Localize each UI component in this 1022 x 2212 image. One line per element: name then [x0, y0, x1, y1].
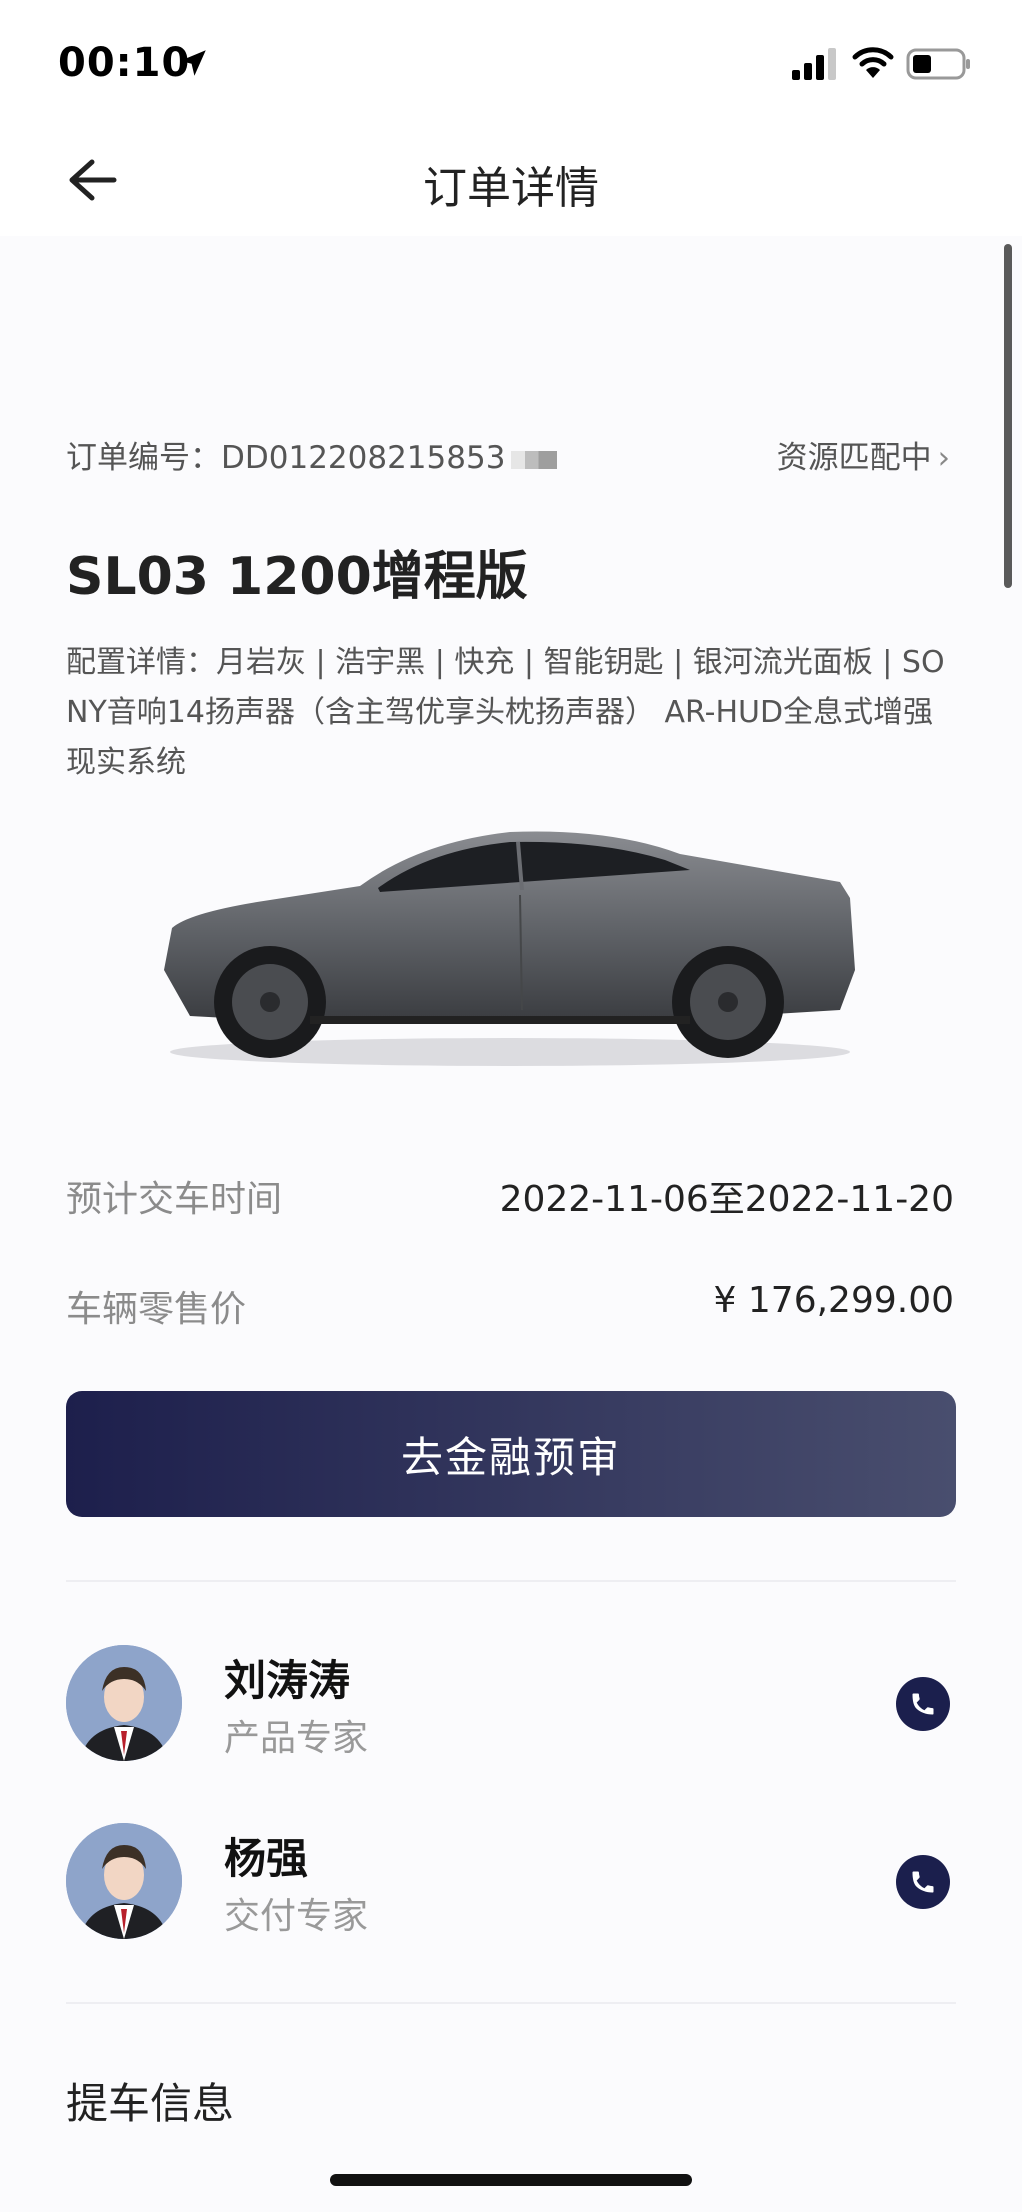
contact-product-expert: 刘涛涛 产品专家: [66, 1645, 956, 1763]
contact-role: 产品专家: [224, 1718, 369, 1759]
model-name: SL03 1200增程版: [66, 547, 528, 607]
wifi-icon: [852, 47, 894, 78]
contact-delivery-expert: 杨强 交付专家: [66, 1823, 956, 1941]
page-title: 订单详情: [423, 163, 599, 214]
contact-role: 交付专家: [224, 1896, 369, 1937]
finance-precheck-button[interactable]: 去金融预审: [66, 1391, 956, 1517]
location-arrow-icon: [180, 50, 206, 76]
retail-price-label: 车辆零售价: [66, 1289, 247, 1330]
delivery-time-value: 2022-11-06至2022-11-20: [499, 1179, 954, 1220]
order-number: 订单编号：DD012208215853: [66, 432, 558, 477]
phone-icon: [912, 1693, 934, 1715]
redacted-mask: [511, 450, 558, 469]
signal-icon: [792, 48, 836, 80]
call-button[interactable]: [896, 1855, 950, 1909]
contact-name: 刘涛涛: [224, 1656, 351, 1705]
divider: [66, 2002, 956, 2004]
phone-icon: [912, 1871, 934, 1893]
status-time: 00:10: [58, 40, 191, 86]
retail-price-value: ¥ 176,299.00: [713, 1280, 954, 1321]
order-status-text: 资源匹配中: [776, 440, 932, 476]
car-image: [164, 831, 855, 1066]
divider: [66, 1580, 956, 1582]
config-details: 配置详情：月岩灰 | 浩宇黑 | 快充 | 智能钥匙 | 银河流光面板 | SO…: [66, 645, 945, 780]
order-number-value: DD012208215853: [221, 440, 506, 476]
order-status-link[interactable]: 资源匹配中 ›: [777, 432, 950, 477]
battery-icon: [906, 48, 970, 80]
home-indicator[interactable]: [330, 2174, 692, 2186]
avatar: [66, 1645, 182, 1761]
delivery-time-label: 预计交车时间: [66, 1179, 283, 1220]
call-button[interactable]: [896, 1677, 950, 1731]
order-number-label: 订单编号：: [66, 440, 221, 476]
chevron-right-icon: ›: [937, 440, 950, 476]
top-bar: 00:10 订单详情: [0, 0, 1022, 236]
pickup-info-title: 提车信息: [66, 2079, 235, 2128]
avatar: [66, 1823, 182, 1939]
contact-name: 杨强: [224, 1834, 309, 1883]
scrollbar[interactable]: [1004, 244, 1012, 588]
